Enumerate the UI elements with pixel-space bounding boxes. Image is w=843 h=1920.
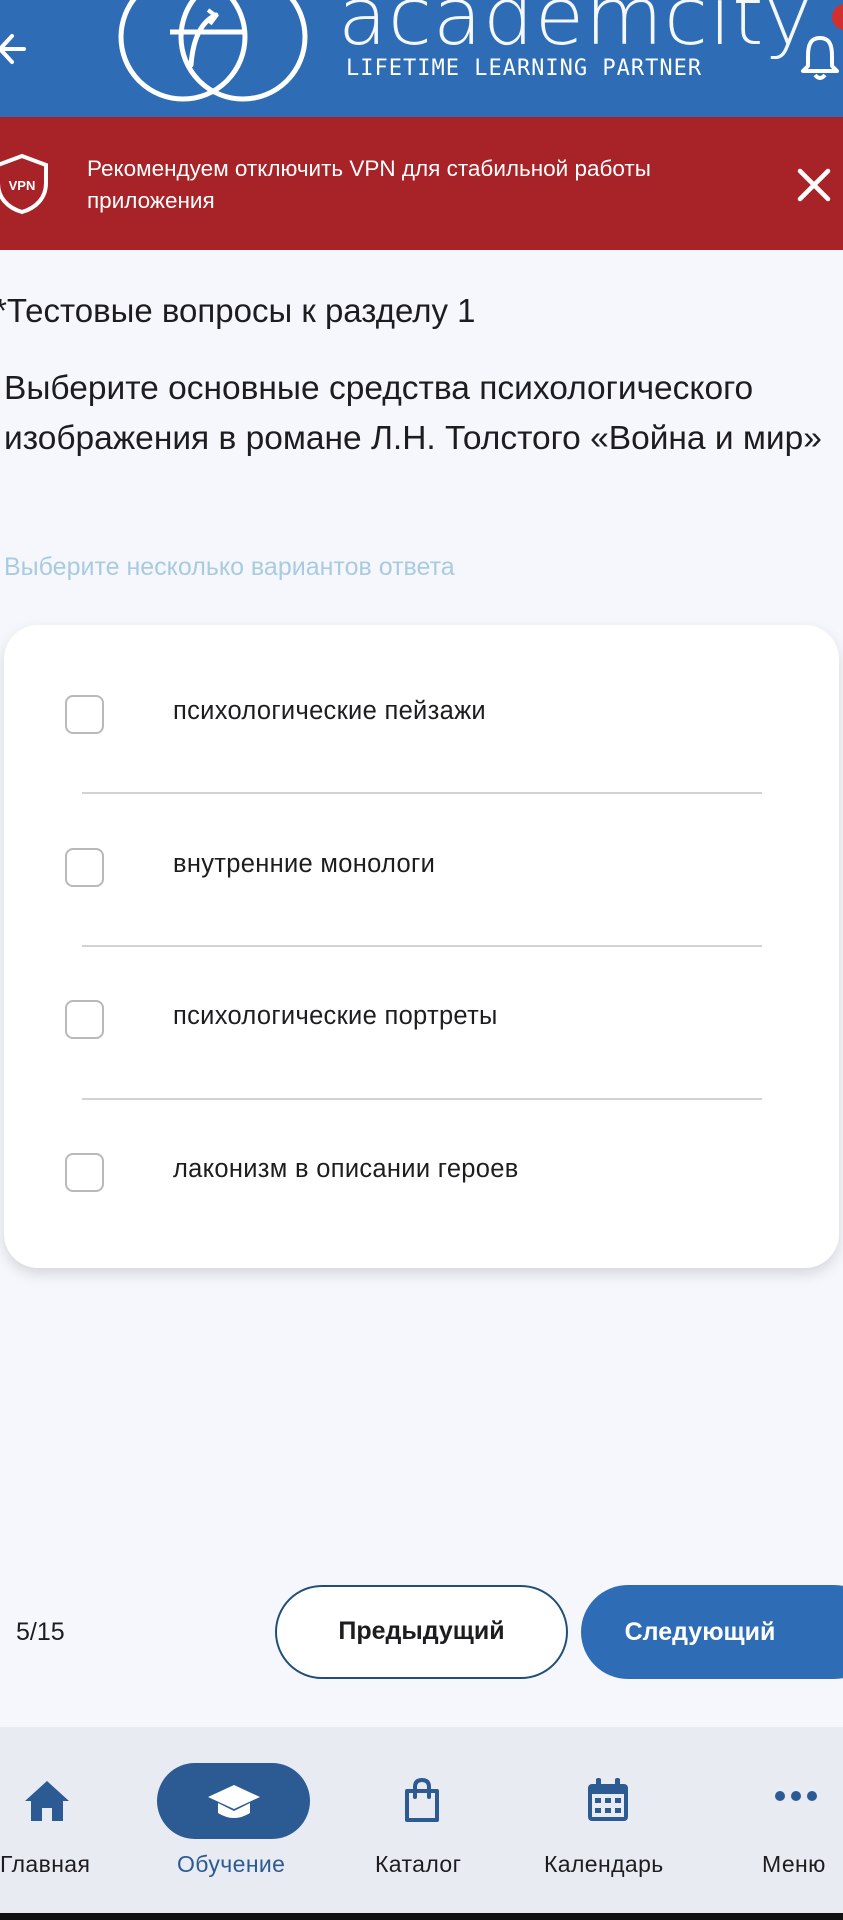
system-bottom-bar (0, 1913, 843, 1920)
answer-checkbox[interactable] (65, 1153, 104, 1192)
answer-label: лаконизм в описании героев (173, 1155, 519, 1183)
answer-checkbox[interactable] (65, 848, 104, 887)
answers-card: психологические пейзажи внутренние монол… (4, 625, 839, 1268)
answer-label: психологические пейзажи (173, 697, 486, 725)
next-button[interactable]: Следующий (581, 1585, 843, 1679)
close-icon[interactable] (794, 165, 834, 205)
previous-button[interactable]: Предыдущий (275, 1585, 568, 1679)
nav-label: Обучение (177, 1851, 286, 1877)
notifications-bell-icon[interactable] (800, 24, 840, 84)
back-arrow-icon[interactable] (0, 24, 36, 74)
nav-item-catalog[interactable]: Каталог (360, 1727, 480, 1913)
nav-label: Меню (762, 1851, 826, 1877)
answer-hint: Выберите несколько вариантов ответа (4, 553, 455, 581)
answer-checkbox[interactable] (65, 1000, 104, 1039)
svg-text:VPN: VPN (9, 178, 36, 193)
brand-tagline: LIFETIME LEARNING PARTNER (346, 56, 703, 81)
nav-label: Главная (0, 1851, 91, 1877)
app-header: academcity LIFETIME LEARNING PARTNER (0, 0, 843, 117)
answer-option-3[interactable]: психологические портреты (4, 930, 839, 1082)
nav-label: Каталог (375, 1851, 462, 1877)
question-text: Выберите основные средства психологическ… (4, 370, 822, 457)
answer-option-1[interactable]: психологические пейзажи (4, 625, 839, 777)
vpn-shield-icon: VPN (0, 153, 48, 215)
answer-option-2[interactable]: внутренние монологи (4, 778, 839, 930)
vpn-warning-banner: VPN Рекомендуем отключить VPN для стабил… (0, 117, 843, 250)
shopping-bag-icon (405, 1777, 439, 1822)
home-icon (25, 1781, 69, 1821)
nav-item-calendar[interactable]: Календарь (530, 1727, 690, 1913)
nav-item-menu[interactable]: Меню (740, 1727, 843, 1913)
answer-label: психологические портреты (173, 1002, 498, 1030)
section-title: *Тестовые вопросы к разделу 1 (0, 292, 476, 329)
answer-checkbox[interactable] (65, 695, 104, 734)
answer-option-4[interactable]: лаконизм в описании героев (4, 1083, 839, 1235)
bottom-navigation: Главная Обучение Каталог Календарь Меню (0, 1727, 843, 1913)
vpn-warning-text: Рекомендуем отключить VPN для стабильной… (87, 156, 651, 213)
nav-item-home[interactable]: Главная (0, 1727, 110, 1913)
calendar-icon (588, 1778, 628, 1821)
academcity-logo-icon (118, 0, 308, 102)
nav-label: Календарь (544, 1851, 664, 1877)
answer-label: внутренние монологи (173, 850, 436, 878)
more-dots-icon (775, 1791, 817, 1801)
question-counter: 5/15 (16, 1618, 65, 1646)
graduation-cap-icon (208, 1785, 260, 1818)
nav-item-learning[interactable]: Обучение (150, 1727, 320, 1913)
